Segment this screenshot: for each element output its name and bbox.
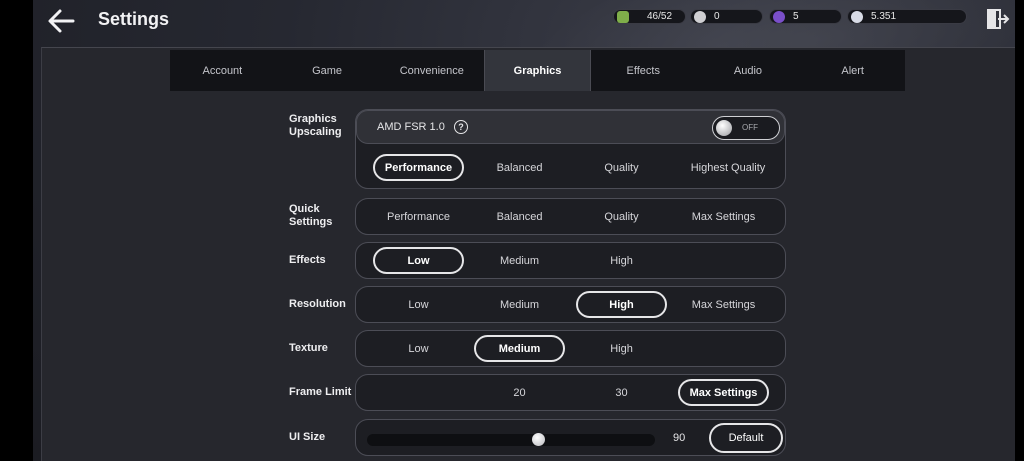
resolution-label: Resolution: [289, 298, 346, 310]
ui-size-group: 90 Default: [355, 419, 786, 456]
effects-label: Effects: [289, 254, 326, 266]
moon-coin-value: 5.351: [871, 11, 897, 22]
exit-icon[interactable]: [986, 8, 1010, 30]
back-arrow-icon[interactable]: [47, 8, 75, 34]
upscaling-group: AMD FSR 1.0 ? OFF Performance Balanced Q…: [355, 109, 786, 189]
ui-size-slider-thumb[interactable]: [532, 433, 545, 446]
quick-option-max-settings[interactable]: Max Settings: [678, 203, 769, 230]
ui-size-slider[interactable]: [367, 433, 655, 446]
quick-option-performance[interactable]: Performance: [373, 203, 464, 230]
frame-limit-option-30[interactable]: 30: [576, 379, 667, 406]
stamina-counter: 46/52: [613, 9, 686, 24]
tab-alert[interactable]: Alert: [800, 50, 905, 91]
frame-limit-option-max-settings[interactable]: Max Settings: [678, 379, 769, 406]
tab-effects[interactable]: Effects: [591, 50, 696, 91]
ui-size-value: 90: [673, 432, 686, 444]
tab-account[interactable]: Account: [170, 50, 275, 91]
stamina-value: 46/52: [647, 11, 673, 22]
silver-coin-value: 0: [714, 11, 720, 22]
tab-graphics[interactable]: Graphics: [484, 50, 591, 91]
effects-group: Low Medium High: [355, 242, 786, 279]
resolution-group: Low Medium High Max Settings: [355, 286, 786, 323]
frame-limit-group: 20 30 Max Settings: [355, 374, 786, 411]
help-icon[interactable]: ?: [454, 120, 468, 134]
texture-option-medium[interactable]: Medium: [474, 335, 565, 362]
upscaling-mode-label: AMD FSR 1.0: [377, 121, 445, 133]
texture-group: Low Medium High: [355, 330, 786, 367]
quick-settings-group: Performance Balanced Quality Max Setting…: [355, 198, 786, 235]
toggle-state-text: OFF: [742, 123, 758, 132]
resolution-option-max-settings[interactable]: Max Settings: [678, 291, 769, 318]
upscaling-label-line1: Graphics: [289, 113, 337, 125]
upscaling-toggle[interactable]: OFF: [712, 116, 780, 140]
upscaling-option-highest-quality[interactable]: Highest Quality: [678, 154, 778, 181]
resolution-option-medium[interactable]: Medium: [474, 291, 565, 318]
upscaling-option-performance[interactable]: Performance: [373, 154, 464, 181]
quick-option-quality[interactable]: Quality: [576, 203, 667, 230]
moon-coin-counter: 5.351: [847, 9, 967, 24]
settings-screen: Settings 46/52 0 5 5.351 Account Game Co…: [33, 0, 1015, 461]
ui-size-label: UI Size: [289, 431, 326, 443]
frame-limit-option-20[interactable]: 20: [474, 379, 565, 406]
stamina-icon: [617, 10, 629, 23]
purple-gem-counter: 5: [769, 9, 842, 24]
upscaling-option-quality[interactable]: Quality: [576, 154, 667, 181]
upscaling-option-balanced[interactable]: Balanced: [474, 154, 565, 181]
toggle-knob: [716, 120, 732, 136]
moon-coin-icon: [851, 10, 863, 23]
settings-panel: Account Game Convenience Graphics Effect…: [41, 47, 1015, 461]
effects-option-low[interactable]: Low: [373, 247, 464, 274]
effects-option-high[interactable]: High: [576, 247, 667, 274]
default-button[interactable]: Default: [709, 423, 783, 453]
settings-tabs: Account Game Convenience Graphics Effect…: [170, 50, 905, 91]
upscaling-header: AMD FSR 1.0 ? OFF: [356, 110, 785, 144]
texture-option-high[interactable]: High: [576, 335, 667, 362]
texture-option-low[interactable]: Low: [373, 335, 464, 362]
tab-audio[interactable]: Audio: [696, 50, 801, 91]
frame-limit-label: Frame Limit: [289, 386, 352, 398]
resolution-option-low[interactable]: Low: [373, 291, 464, 318]
page-title: Settings: [98, 9, 170, 29]
upscaling-label: Graphics Upscaling: [289, 113, 342, 139]
effects-option-medium[interactable]: Medium: [474, 247, 565, 274]
texture-label: Texture: [289, 342, 328, 354]
quick-settings-label: Quick Settings: [289, 203, 332, 229]
upscaling-label-line2: Upscaling: [289, 126, 342, 138]
quick-settings-label-line1: Quick: [289, 203, 320, 215]
quick-option-balanced[interactable]: Balanced: [474, 203, 565, 230]
resolution-option-high[interactable]: High: [576, 291, 667, 318]
tab-game[interactable]: Game: [275, 50, 380, 91]
quick-settings-label-line2: Settings: [289, 216, 333, 228]
tab-convenience[interactable]: Convenience: [379, 50, 484, 91]
purple-gem-icon: [773, 10, 785, 23]
purple-gem-value: 5: [793, 11, 799, 22]
silver-coin-icon: [694, 10, 706, 23]
silver-coin-counter: 0: [690, 9, 763, 24]
